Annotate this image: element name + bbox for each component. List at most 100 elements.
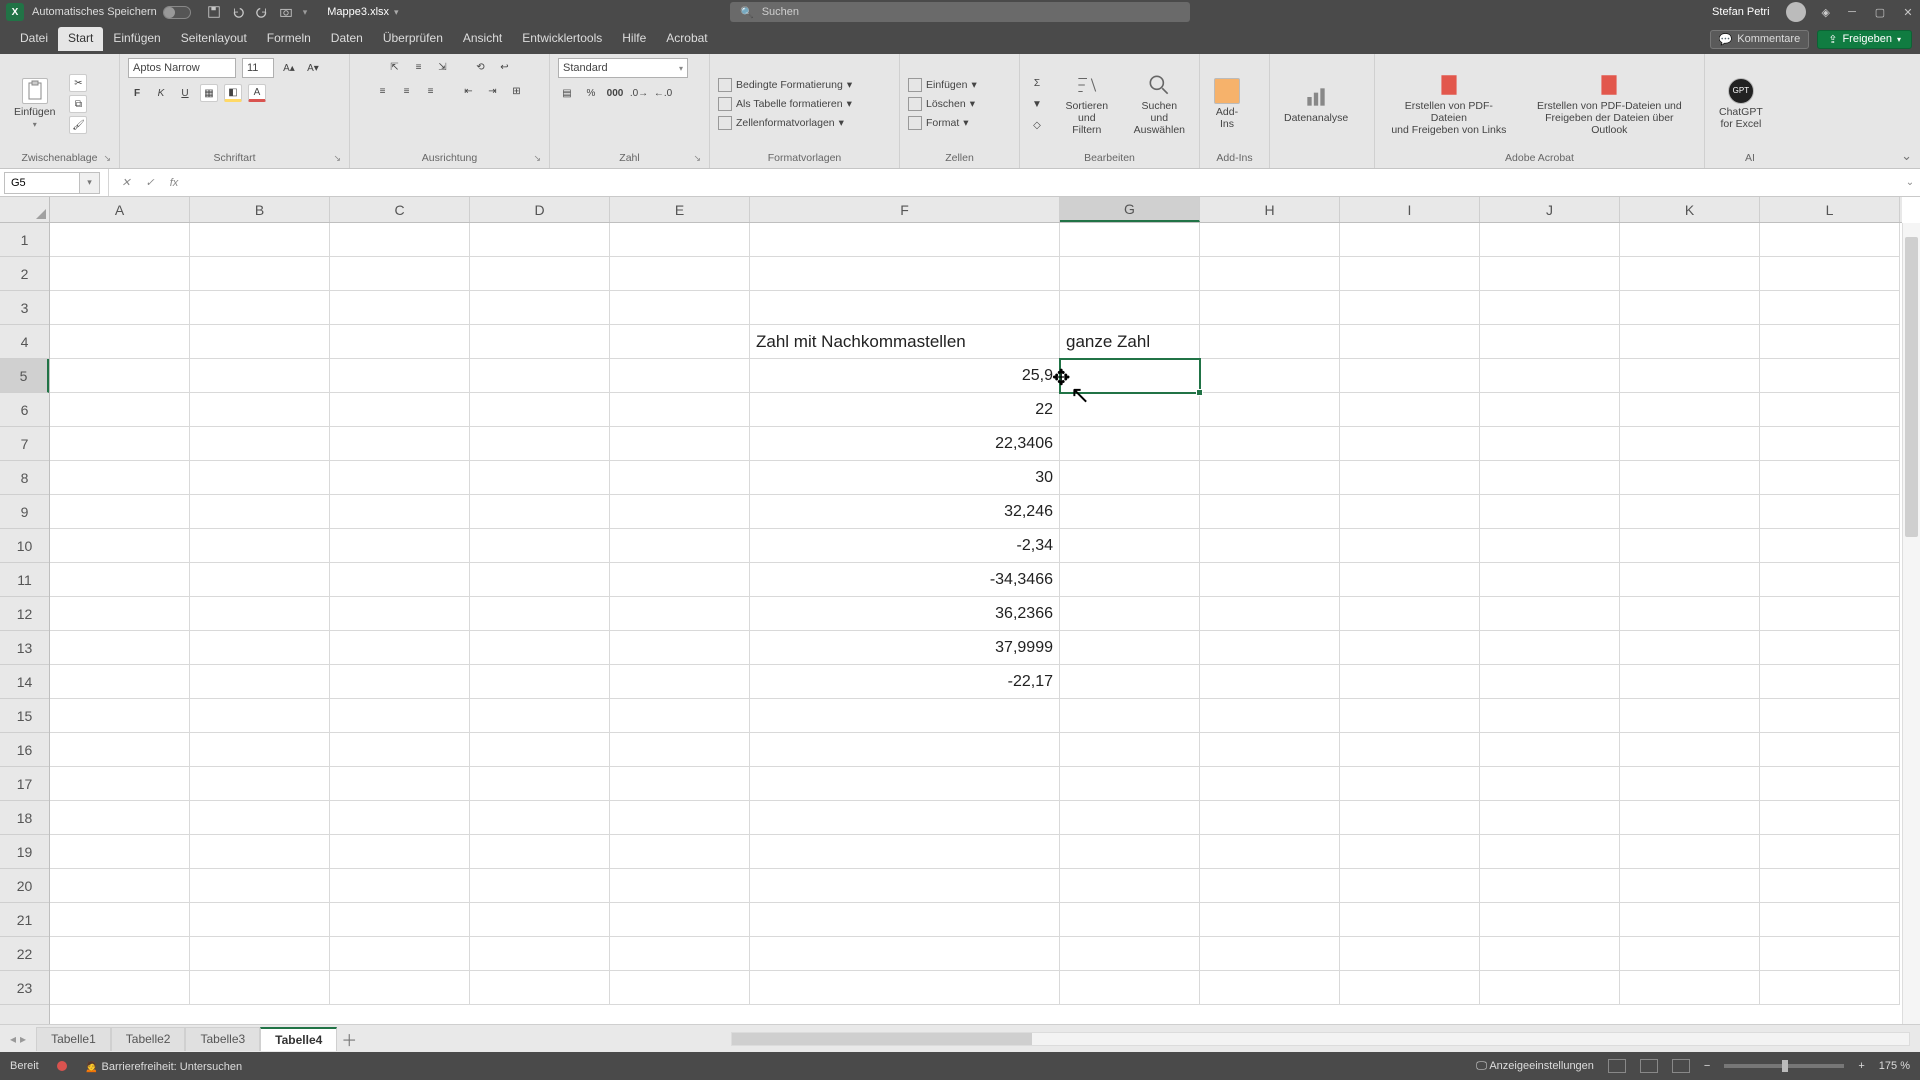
- save-icon[interactable]: [207, 5, 221, 19]
- comments-button[interactable]: 💬 Kommentare: [1710, 30, 1810, 49]
- row-header[interactable]: 10: [0, 529, 49, 563]
- cell[interactable]: [1340, 393, 1480, 427]
- cell[interactable]: [470, 427, 610, 461]
- column-header[interactable]: C: [330, 197, 470, 222]
- cell[interactable]: [1620, 393, 1760, 427]
- increase-decimal-icon[interactable]: .0→: [630, 84, 648, 102]
- cell[interactable]: [330, 495, 470, 529]
- cell[interactable]: [1340, 903, 1480, 937]
- cell[interactable]: [50, 869, 190, 903]
- cell[interactable]: [1060, 461, 1200, 495]
- cell[interactable]: [330, 767, 470, 801]
- cell[interactable]: [1340, 597, 1480, 631]
- cell[interactable]: [50, 291, 190, 325]
- avatar-icon[interactable]: [1786, 2, 1806, 22]
- cell[interactable]: [330, 223, 470, 257]
- cell[interactable]: 37,9999: [750, 631, 1060, 665]
- cell[interactable]: [50, 427, 190, 461]
- cell[interactable]: [1340, 529, 1480, 563]
- horizontal-scrollbar[interactable]: [731, 1032, 1910, 1046]
- select-all-button[interactable]: [0, 197, 50, 223]
- cell[interactable]: [1060, 869, 1200, 903]
- cell[interactable]: [1760, 631, 1900, 665]
- number-format-select[interactable]: Standard▾: [558, 58, 688, 78]
- cell[interactable]: [50, 733, 190, 767]
- cell[interactable]: [190, 869, 330, 903]
- cell[interactable]: [1760, 291, 1900, 325]
- row-header[interactable]: 12: [0, 597, 49, 631]
- cell[interactable]: [610, 971, 750, 1005]
- zoom-in-button[interactable]: +: [1858, 1060, 1864, 1072]
- confirm-formula-icon[interactable]: ✓: [139, 176, 161, 189]
- cell[interactable]: [610, 733, 750, 767]
- cell[interactable]: [610, 495, 750, 529]
- accounting-format-icon[interactable]: ▤: [558, 84, 576, 102]
- cell[interactable]: [1620, 699, 1760, 733]
- row-header[interactable]: 15: [0, 699, 49, 733]
- display-settings-button[interactable]: 🖵 Anzeigeeinstellungen: [1476, 1060, 1594, 1073]
- cell[interactable]: [1200, 665, 1340, 699]
- ribbon-tab-seitenlayout[interactable]: Seitenlayout: [171, 27, 257, 51]
- cell[interactable]: [470, 495, 610, 529]
- cell[interactable]: [1060, 359, 1200, 393]
- cell[interactable]: [750, 903, 1060, 937]
- cell[interactable]: [1340, 665, 1480, 699]
- cell[interactable]: [1480, 495, 1620, 529]
- cell[interactable]: [330, 257, 470, 291]
- sheet-nav-prev-icon[interactable]: ◂: [10, 1032, 16, 1046]
- cell[interactable]: [330, 835, 470, 869]
- cell[interactable]: -2,34: [750, 529, 1060, 563]
- cell[interactable]: [1620, 461, 1760, 495]
- cell[interactable]: [470, 563, 610, 597]
- ribbon-tab-entwicklertools[interactable]: Entwicklertools: [512, 27, 612, 51]
- wrap-text-icon[interactable]: ↩: [496, 58, 514, 76]
- launcher-icon[interactable]: ↘: [333, 153, 341, 164]
- cell[interactable]: [1340, 937, 1480, 971]
- cell[interactable]: [1760, 461, 1900, 495]
- maximize-icon[interactable]: ▢: [1874, 6, 1886, 18]
- cell[interactable]: 36,2366: [750, 597, 1060, 631]
- cell[interactable]: [190, 291, 330, 325]
- qat-dropdown-icon[interactable]: ▾: [303, 7, 308, 18]
- cell[interactable]: [1620, 427, 1760, 461]
- cell[interactable]: [1200, 529, 1340, 563]
- cell[interactable]: [610, 801, 750, 835]
- cells-area[interactable]: Zahl mit Nachkommastellenganze Zahl25,92…: [50, 223, 1902, 1024]
- cell[interactable]: [1480, 393, 1620, 427]
- cell[interactable]: [1760, 699, 1900, 733]
- cell[interactable]: [1200, 971, 1340, 1005]
- sheet-tab[interactable]: Tabelle3: [185, 1027, 260, 1051]
- cell[interactable]: [1480, 325, 1620, 359]
- cell[interactable]: -34,3466: [750, 563, 1060, 597]
- cell[interactable]: [470, 869, 610, 903]
- cell[interactable]: [1340, 325, 1480, 359]
- cell[interactable]: [50, 359, 190, 393]
- cell[interactable]: [330, 393, 470, 427]
- cell[interactable]: [330, 733, 470, 767]
- align-right-icon[interactable]: ≡: [422, 82, 440, 100]
- cell[interactable]: [750, 733, 1060, 767]
- user-name[interactable]: Stefan Petri: [1712, 6, 1769, 18]
- fx-icon[interactable]: fx: [163, 177, 185, 189]
- cell[interactable]: [1200, 257, 1340, 291]
- cell[interactable]: [750, 869, 1060, 903]
- cell[interactable]: [1340, 223, 1480, 257]
- cell[interactable]: [1060, 733, 1200, 767]
- cell[interactable]: [1760, 529, 1900, 563]
- sheet-tab[interactable]: Tabelle4: [260, 1027, 337, 1051]
- align-bottom-icon[interactable]: ⇲: [434, 58, 452, 76]
- cell[interactable]: [1760, 801, 1900, 835]
- cell[interactable]: [330, 325, 470, 359]
- cell[interactable]: [1060, 427, 1200, 461]
- cell[interactable]: [1200, 563, 1340, 597]
- cell[interactable]: [1760, 903, 1900, 937]
- cell[interactable]: [1060, 801, 1200, 835]
- cell[interactable]: 25,9: [750, 359, 1060, 393]
- row-header[interactable]: 16: [0, 733, 49, 767]
- cell[interactable]: [330, 461, 470, 495]
- font-color-icon[interactable]: A: [248, 84, 266, 102]
- cell[interactable]: [190, 223, 330, 257]
- cell[interactable]: [50, 665, 190, 699]
- macro-record-button[interactable]: [57, 1061, 67, 1071]
- ribbon-tab-hilfe[interactable]: Hilfe: [612, 27, 656, 51]
